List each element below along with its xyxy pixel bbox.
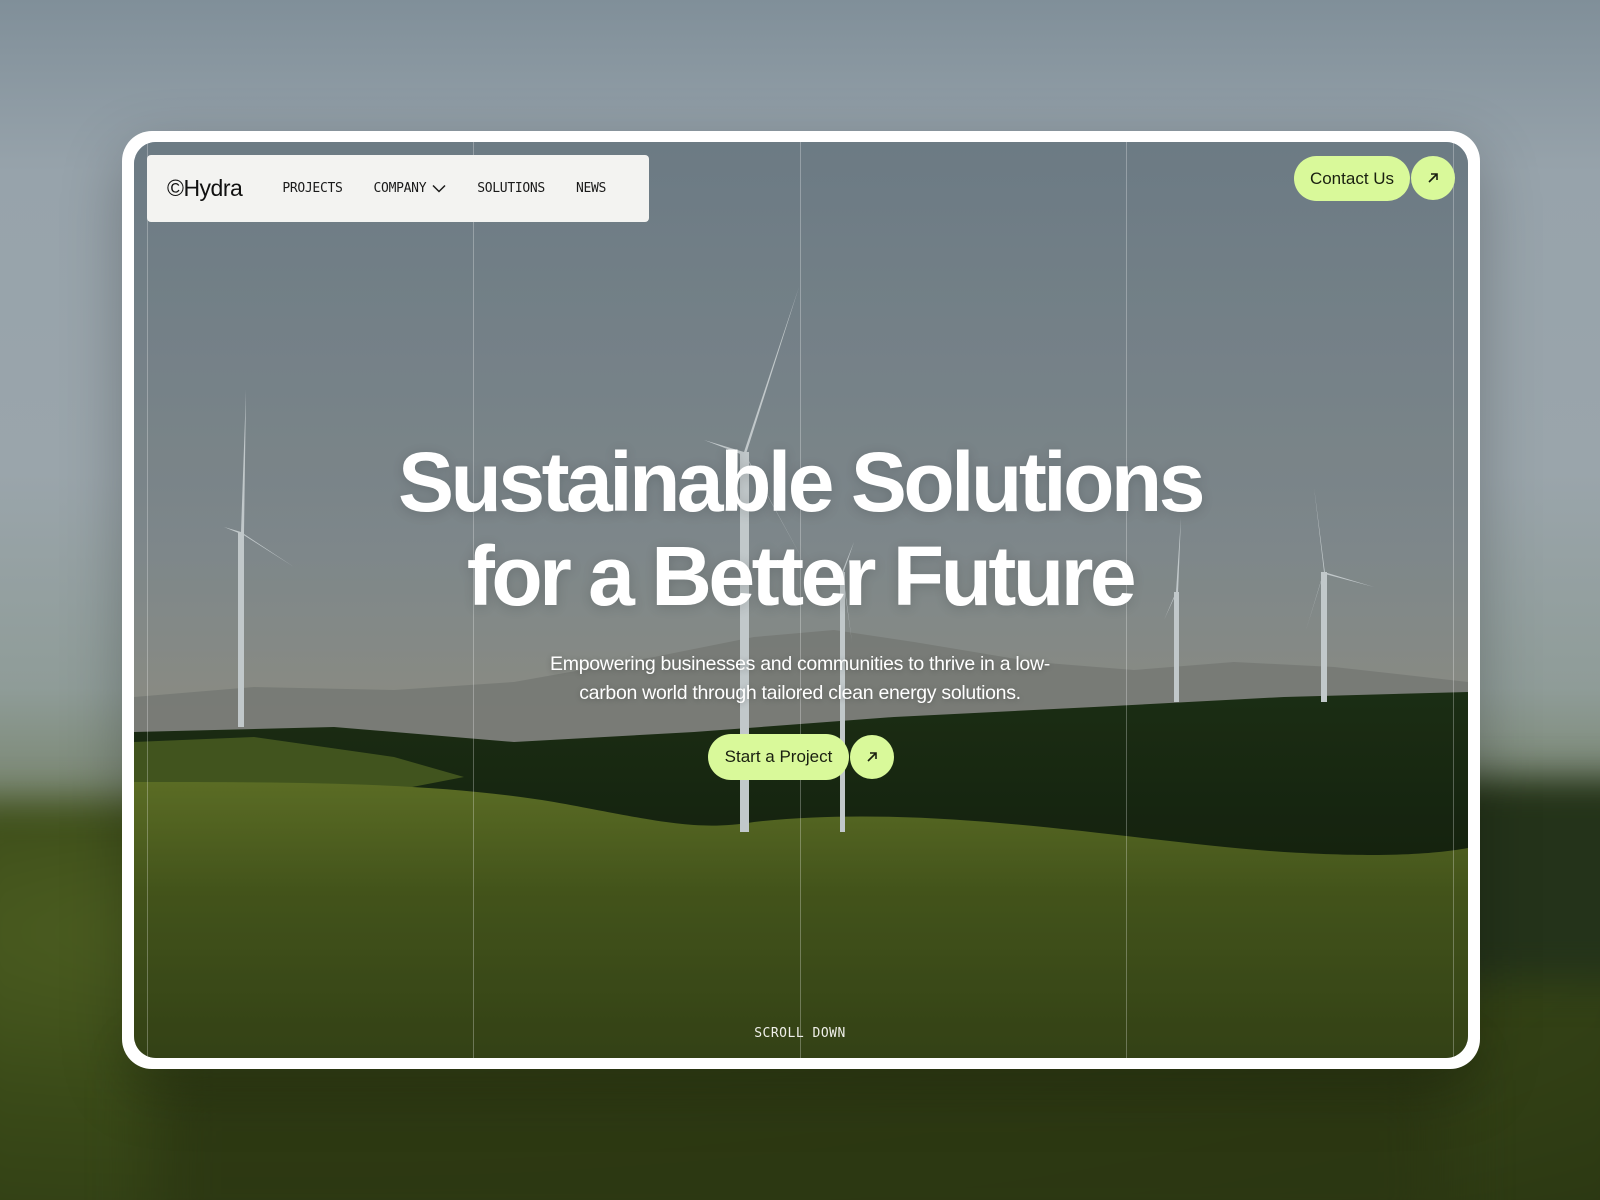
subtitle-line-2: carbon world through tailored clean ener…: [579, 682, 1021, 704]
headline-line-1: Sustainable Solutions: [398, 435, 1205, 529]
background-shadow: [150, 1060, 1450, 1200]
nav-item-label: COMPANY: [373, 181, 427, 196]
grid-line: [147, 142, 148, 1058]
scroll-down-indicator[interactable]: SCROLL DOWN: [700, 1026, 900, 1041]
headline-line-2: for a Better Future: [466, 529, 1137, 623]
nav-item-solutions[interactable]: SOLUTIONS: [477, 181, 545, 196]
nav-item-news[interactable]: NEWS: [576, 181, 606, 196]
brand-logo[interactable]: ©Hydra: [167, 175, 243, 202]
start-project-arrow-button[interactable]: [850, 735, 894, 779]
chevron-down-icon: [432, 184, 446, 193]
nav-item-company[interactable]: COMPANY: [374, 181, 447, 196]
nav-item-label: NEWS: [575, 181, 607, 196]
grid-line: [1453, 142, 1454, 1058]
contact-arrow-button[interactable]: [1411, 156, 1455, 200]
arrow-up-right-icon: [867, 752, 877, 762]
arrow-up-right-icon: [1428, 173, 1438, 183]
nav-item-label: SOLUTIONS: [477, 181, 545, 196]
main-navigation: ©Hydra PROJECTS COMPANY SOLUTIONS NEWS: [147, 155, 649, 222]
subtitle-line-1: Empowering businesses and communities to…: [550, 653, 1050, 675]
nav-item-label: PROJECTS: [282, 181, 343, 196]
hero-headline: Sustainable Solutions for a Better Futur…: [300, 435, 1300, 623]
nav-item-projects[interactable]: PROJECTS: [282, 181, 343, 196]
hero-subtitle: Empowering businesses and communities to…: [520, 650, 1080, 708]
start-project-button[interactable]: Start a Project: [708, 734, 849, 780]
contact-us-button[interactable]: Contact Us: [1294, 156, 1410, 201]
